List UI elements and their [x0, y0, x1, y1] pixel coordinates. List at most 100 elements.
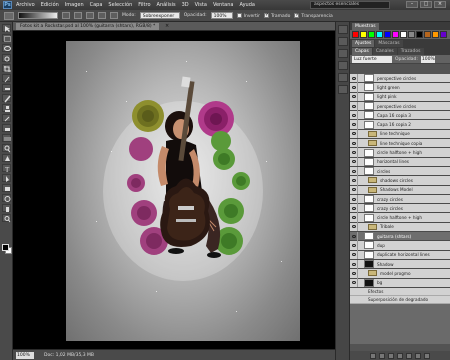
visibility-eye-icon[interactable] [350, 101, 358, 111]
blend-mode-select[interactable]: Luz fuerte [352, 55, 392, 63]
transparency-option[interactable]: Transparencia [294, 12, 333, 19]
character-panel-icon[interactable] [337, 73, 348, 82]
move-tool-icon[interactable] [1, 24, 11, 32]
shape-tool-icon[interactable] [1, 184, 11, 192]
hand-tool-icon[interactable] [1, 204, 11, 212]
transparency-checkbox[interactable] [294, 12, 300, 18]
menu-capa[interactable]: Capa [90, 2, 103, 8]
visibility-eye-icon[interactable] [350, 222, 358, 232]
opacity-input[interactable]: 100% [210, 12, 233, 19]
new-group-icon[interactable] [406, 352, 412, 359]
color-swatch[interactable] [440, 31, 447, 38]
visibility-eye-icon[interactable] [350, 175, 358, 185]
visibility-eye-icon[interactable] [350, 241, 358, 250]
angle-gradient-icon[interactable] [86, 12, 94, 19]
pen-tool-icon[interactable] [1, 154, 11, 162]
visibility-eye-icon[interactable] [350, 259, 358, 269]
healing-brush-tool-icon[interactable] [1, 84, 11, 92]
gradient-picker[interactable] [18, 12, 58, 19]
visibility-eye-icon[interactable] [350, 166, 358, 176]
layer-row[interactable]: circle halftone + high [350, 213, 450, 223]
visibility-eye-icon[interactable] [350, 185, 358, 195]
clone-stamp-tool-icon[interactable] [1, 104, 11, 112]
layer-group-row[interactable]: Shadows Model [350, 185, 450, 195]
mode-select[interactable]: Sobreexponer c... [139, 12, 180, 26]
visibility-eye-icon[interactable] [350, 203, 358, 213]
lasso-tool-icon[interactable] [1, 44, 11, 52]
document-tab[interactable]: Fotos kit a Rockstar.psd al 100% (guitar… [16, 23, 160, 30]
delete-layer-icon[interactable] [424, 352, 430, 359]
history-brush-tool-icon[interactable] [1, 114, 11, 122]
layer-row[interactable]: perspective circles [350, 74, 450, 84]
layer-row[interactable]: light green [350, 82, 450, 93]
tab-masks[interactable]: Máscaras [375, 40, 403, 47]
new-layer-icon[interactable] [415, 352, 421, 359]
visibility-eye-icon[interactable] [350, 194, 358, 204]
visibility-eye-icon[interactable] [350, 74, 358, 83]
visibility-eye-icon[interactable] [350, 92, 358, 102]
layer-effect-row[interactable]: Superposición de degradado [350, 295, 450, 304]
menu-ayuda[interactable]: Ayuda [239, 2, 254, 8]
visibility-eye-icon[interactable] [350, 250, 358, 260]
menu-seleccion[interactable]: Selección [108, 2, 132, 8]
color-swatch[interactable] [384, 31, 391, 38]
layer-row[interactable]: dup [350, 241, 450, 251]
tab-swatches[interactable]: Muestras [352, 23, 379, 30]
visibility-eye-icon[interactable] [350, 268, 358, 278]
layer-row[interactable]: circles [350, 166, 450, 177]
history-panel-icon[interactable] [337, 25, 348, 34]
minimize-button[interactable]: – [406, 1, 418, 8]
layer-row[interactable]: horizontal lines [350, 157, 450, 167]
color-swatch[interactable] [392, 31, 399, 38]
menu-edicion[interactable]: Edición [41, 2, 59, 8]
maximize-button[interactable]: □ [420, 1, 432, 8]
document-size-info[interactable]: Doc: 1,02 MB/35,3 MB [44, 353, 94, 358]
layer-row[interactable]: crazy circles [350, 194, 450, 205]
layer-effect-row[interactable]: Efectos [350, 287, 450, 296]
color-swatch[interactable] [352, 31, 359, 38]
color-swatch[interactable] [432, 31, 439, 38]
color-swatch[interactable] [416, 31, 423, 38]
invert-option[interactable]: Invertir [236, 12, 260, 19]
color-swatch[interactable] [368, 31, 375, 38]
menu-archivo[interactable]: Archivo [16, 2, 35, 8]
foreground-color-swatch[interactable] [2, 244, 9, 251]
menu-imagen[interactable]: Imagen [65, 2, 84, 8]
dodge-tool-icon[interactable] [1, 144, 11, 153]
layer-group-row[interactable]: model progmo [350, 268, 450, 279]
layer-row[interactable]: bg [350, 278, 450, 288]
quick-selection-tool-icon[interactable] [1, 54, 11, 62]
document-close-icon[interactable]: × [165, 23, 169, 29]
visibility-eye-icon[interactable] [350, 157, 358, 167]
actions-panel-icon[interactable] [337, 37, 348, 46]
visibility-eye-icon[interactable] [350, 148, 358, 158]
layer-group-row[interactable]: shadows circles [350, 175, 450, 186]
layer-row[interactable]: circle halftone + high [350, 148, 450, 158]
layer-row[interactable]: Capa 16 copia 2 [350, 120, 450, 130]
type-tool-icon[interactable]: T [1, 164, 11, 173]
visibility-eye-icon[interactable] [350, 278, 358, 288]
menu-analisis[interactable]: Análisis [157, 2, 176, 8]
add-mask-icon[interactable] [388, 352, 394, 359]
zoom-level-input[interactable]: 100% [16, 351, 34, 359]
workspace-selector[interactable]: aspectos esenciales [310, 1, 390, 9]
layer-row[interactable]: guitarra (shtars) [350, 231, 450, 242]
visibility-eye-icon[interactable] [350, 138, 358, 148]
3d-rotate-tool-icon[interactable] [1, 194, 11, 202]
color-swatch[interactable] [408, 31, 415, 38]
gradient-tool-icon[interactable] [1, 134, 11, 142]
eyedropper-tool-icon[interactable] [1, 74, 11, 83]
artboard[interactable] [66, 41, 300, 341]
tab-layers[interactable]: Capas [352, 48, 372, 55]
dither-checkbox[interactable] [263, 12, 269, 18]
visibility-eye-icon[interactable] [350, 231, 358, 241]
close-button[interactable]: × [434, 1, 446, 8]
layer-group-row[interactable]: line technique [350, 129, 450, 140]
link-layers-icon[interactable] [370, 352, 376, 359]
linear-gradient-icon[interactable] [62, 12, 70, 19]
paragraph-panel-icon[interactable] [337, 85, 348, 94]
adjustment-layer-icon[interactable] [397, 352, 403, 359]
eraser-tool-icon[interactable] [1, 124, 11, 132]
marquee-tool-icon[interactable] [1, 34, 11, 42]
reflected-gradient-icon[interactable] [98, 12, 106, 19]
